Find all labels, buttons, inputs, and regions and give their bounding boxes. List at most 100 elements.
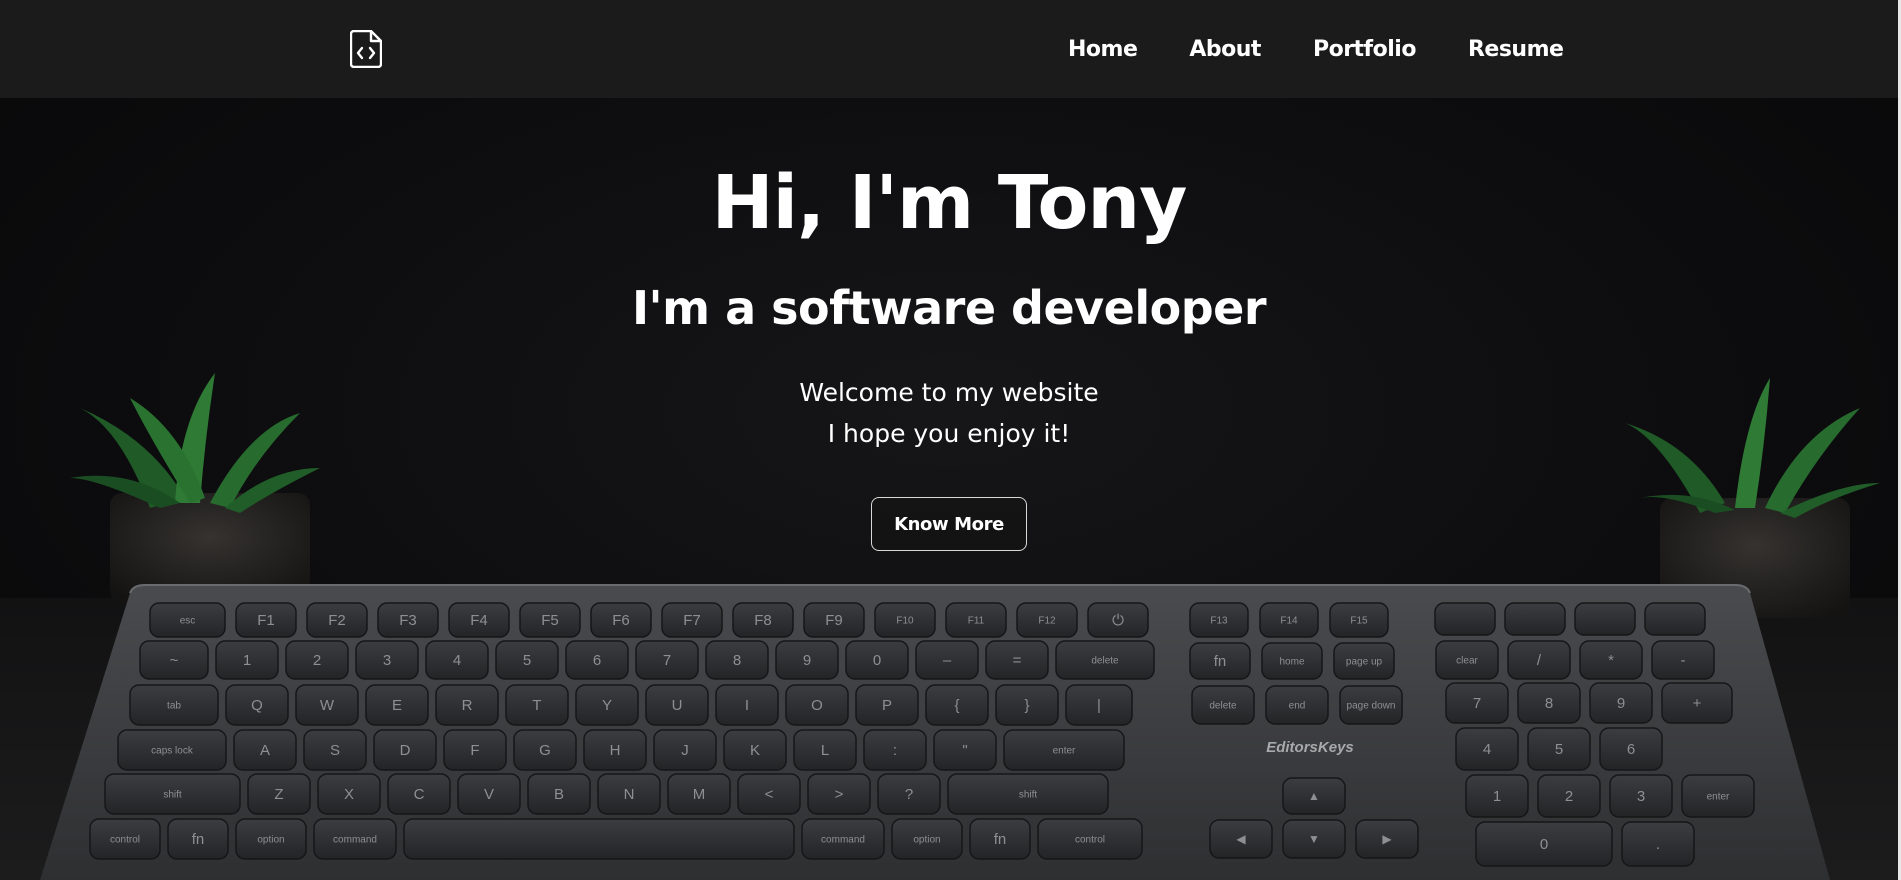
- keyboard-key: F10: [874, 602, 936, 638]
- keyboard-key: option: [235, 818, 307, 860]
- keyboard-key-label: delete: [1091, 655, 1119, 666]
- keyboard-key-label: page up: [1346, 656, 1383, 667]
- keyboard-key-label: 7: [663, 652, 671, 669]
- nav-resume-link[interactable]: Resume: [1468, 37, 1564, 62]
- keyboard-key-label: F13: [1210, 615, 1228, 626]
- keyboard-key-label: R: [462, 697, 473, 714]
- keyboard-key-label: F1: [257, 612, 275, 629]
- keyboard-key: }: [995, 684, 1059, 726]
- keyboard-key-label: 4: [453, 652, 461, 669]
- keyboard-key: J: [653, 729, 717, 771]
- keyboard-key-label: enter: [1707, 791, 1730, 802]
- keyboard-key: caps lock: [117, 729, 227, 771]
- hero-welcome-text: Welcome to my website: [799, 378, 1099, 407]
- keyboard-key: 8: [1517, 682, 1581, 724]
- keyboard-key: +: [1661, 682, 1733, 724]
- keyboard-key-label: end: [1289, 700, 1306, 711]
- keyboard-brand-label: EditorsKeys: [1266, 739, 1354, 756]
- keyboard-key-label: 3: [1637, 788, 1645, 805]
- keyboard-key: A: [233, 729, 297, 771]
- keyboard-key-label: ◀: [1236, 832, 1246, 846]
- keyboard-key-label: tab: [167, 700, 181, 711]
- keyboard-key-label: S: [330, 742, 340, 759]
- keyboard-key-label: G: [539, 742, 551, 759]
- keyboard-key: R: [435, 684, 499, 726]
- keyboard-key-label: 1: [1493, 788, 1501, 805]
- code-file-icon[interactable]: [350, 30, 382, 68]
- keyboard-key: 4: [425, 640, 489, 680]
- keyboard-key-label: B: [554, 786, 564, 803]
- keyboard-key: /: [1507, 640, 1571, 680]
- keyboard-key: page up: [1333, 642, 1395, 680]
- nav-about-link[interactable]: About: [1189, 37, 1261, 62]
- know-more-button[interactable]: Know More: [871, 497, 1027, 551]
- keyboard-key-label: esc: [180, 615, 196, 626]
- keyboard-key-label: *: [1608, 652, 1614, 669]
- keyboard-key-label: option: [913, 834, 940, 845]
- nav-home-link[interactable]: Home: [1068, 37, 1138, 62]
- keyboard-key-label: 4: [1483, 741, 1491, 758]
- keyboard-key: U: [645, 684, 709, 726]
- keyboard-key-label: W: [320, 697, 335, 714]
- keyboard-key-label: delete: [1209, 700, 1237, 711]
- keyboard-key-label: V: [484, 786, 494, 803]
- keyboard-key: F5: [519, 602, 581, 638]
- keyboard-key-label: C: [414, 786, 425, 803]
- keyboard-key: ⏻: [1087, 602, 1149, 638]
- keyboard-key: F2: [306, 602, 368, 638]
- keyboard-key: M: [667, 773, 731, 815]
- keyboard-key: F6: [590, 602, 652, 638]
- keyboard-key: command: [801, 818, 885, 860]
- right-plant: [1625, 378, 1880, 618]
- keyboard-key: 7: [1445, 682, 1509, 724]
- keyboard-key-label: 6: [593, 652, 601, 669]
- keyboard-key: 5: [1527, 727, 1591, 771]
- keyboard-key: control: [1037, 818, 1143, 860]
- keyboard-key-label: 1: [243, 652, 251, 669]
- keyboard-key: fn: [969, 818, 1031, 860]
- keyboard-key-label: F: [470, 742, 479, 759]
- keyboard-key: 8: [705, 640, 769, 680]
- keyboard-key: 0: [845, 640, 909, 680]
- keyboard-key-label: ": [962, 742, 967, 759]
- left-plant: [70, 373, 320, 603]
- keyboard-key: 3: [355, 640, 419, 680]
- nav-portfolio-link[interactable]: Portfolio: [1313, 37, 1417, 62]
- keyboard-key: Z: [247, 773, 311, 815]
- keyboard-key: ~: [139, 640, 209, 680]
- keyboard-key: Q: [225, 684, 289, 726]
- keyboard-key: [403, 818, 795, 860]
- keyboard-key: N: [597, 773, 661, 815]
- keyboard-key-label: fn: [994, 831, 1007, 848]
- keyboard-key: ▼: [1282, 819, 1346, 859]
- keyboard-key: ?: [877, 773, 941, 815]
- keyboard-key-label: Z: [274, 786, 283, 803]
- keyboard-key-label: ~: [170, 652, 179, 669]
- keyboard-key: X: [317, 773, 381, 815]
- keyboard-key: *: [1579, 640, 1643, 680]
- keyboard-key-label: page down: [1347, 700, 1396, 711]
- keyboard-key-label: 5: [523, 652, 531, 669]
- keyboard-key-label: F4: [470, 612, 488, 629]
- keyboard-key: clear: [1435, 640, 1499, 680]
- keyboard-key-label: E: [392, 697, 402, 714]
- keyboard-key: enter: [1681, 774, 1755, 818]
- keyboard-key-label: home: [1279, 656, 1304, 667]
- keyboard-key-label: 8: [1545, 695, 1553, 712]
- keyboard-key-label: 5: [1555, 741, 1563, 758]
- keyboard-key-label: Q: [251, 697, 263, 714]
- keyboard-key-label: P: [882, 697, 892, 714]
- hero-section: EditorsKeys esc F1 F2 F3 F4 F5 F6 F7 F8 F9 F10 F11 F…: [0, 98, 1898, 880]
- keyboard-key-label: –: [943, 652, 952, 669]
- keyboard-key: ◀: [1209, 819, 1273, 859]
- keyboard-key-label: fn: [192, 831, 205, 848]
- keyboard-key-label: D: [400, 742, 411, 759]
- keyboard-key-label: M: [693, 786, 706, 803]
- keyboard-key: P: [855, 684, 919, 726]
- keyboard-key-label: 2: [1565, 788, 1573, 805]
- keyboard-key: end: [1265, 685, 1329, 725]
- keyboard-key: F14: [1259, 602, 1319, 638]
- keyboard-key-label: 0: [1540, 836, 1548, 853]
- keyboard-key: F8: [732, 602, 794, 638]
- keyboard-key: F15: [1329, 602, 1389, 638]
